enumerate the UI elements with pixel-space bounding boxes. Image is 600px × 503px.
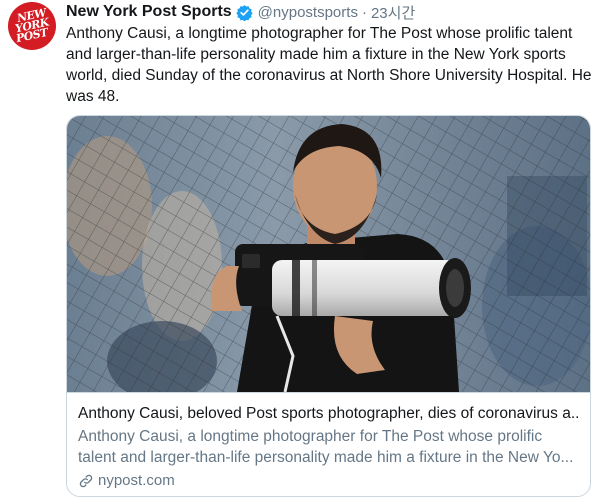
card-domain-text: nypost.com xyxy=(98,472,175,489)
card-domain: nypost.com xyxy=(78,471,578,490)
card-description: Anthony Causi, a longtime photographer f… xyxy=(78,426,578,468)
tweet-timestamp[interactable]: 23시간 xyxy=(371,2,415,23)
card-description-line: Anthony Causi, a longtime photographer f… xyxy=(78,428,543,445)
verified-badge-icon xyxy=(236,4,253,21)
card-photo xyxy=(67,116,590,392)
avatar-logo-line-3: POST xyxy=(14,25,49,46)
card-body: Anthony Causi, beloved Post sports photo… xyxy=(67,392,590,496)
author-name[interactable]: New York Post Sports xyxy=(66,3,232,21)
link-icon xyxy=(79,474,93,487)
avatar[interactable]: NEW YORK POST xyxy=(8,2,56,50)
card-description-line: talent and larger-than-life personality … xyxy=(78,449,574,466)
link-card[interactable]: Anthony Causi, beloved Post sports photo… xyxy=(66,115,591,497)
author-handle[interactable]: @nypostsports xyxy=(258,4,358,21)
tweet[interactable]: NEW YORK POST New York Post Sports @nypo… xyxy=(0,0,600,503)
tweet-text: Anthony Causi, a longtime photographer f… xyxy=(66,25,592,105)
tweet-header: New York Post Sports @nypostsports · 23시… xyxy=(66,2,415,22)
card-title: Anthony Causi, beloved Post sports photo… xyxy=(78,405,578,422)
header-separator: · xyxy=(361,3,367,21)
